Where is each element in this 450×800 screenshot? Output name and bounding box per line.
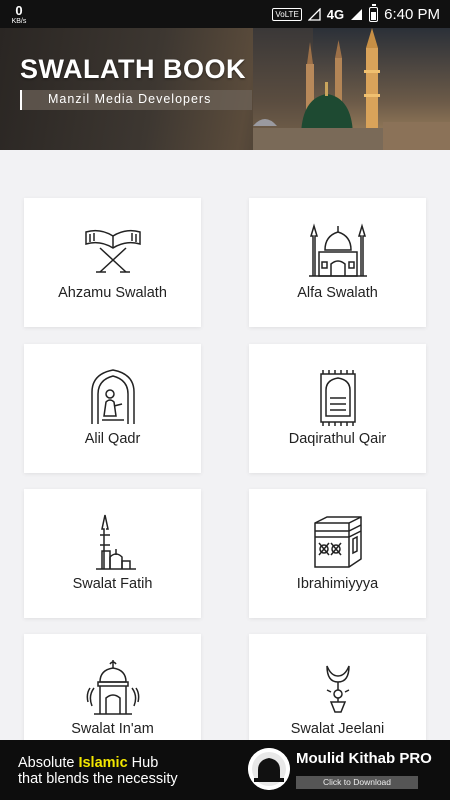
- menu-card-ahzamu-swalath[interactable]: Ahzamu Swalath: [24, 198, 201, 327]
- menu-card-alfa-swalath[interactable]: Alfa Swalath: [249, 198, 426, 327]
- menu-card-label: Swalat Fatih: [72, 576, 153, 592]
- menu-card-daqirathul-qair[interactable]: Daqirathul Qair: [249, 344, 426, 473]
- ad-app-logo-icon: [248, 748, 290, 790]
- menu-card-swalat-inam[interactable]: Swalat In'am: [24, 634, 201, 740]
- developer-name: Manzil Media Developers: [48, 92, 212, 106]
- menu-card-label: Alil Qadr: [84, 431, 141, 447]
- quran-stand-icon: [85, 229, 141, 273]
- header-banner: SWALATH BOOK Manzil Media Developers: [0, 28, 450, 150]
- ad-app-name: Moulid Kithab PRO: [296, 750, 432, 767]
- praying-person-icon: [91, 369, 135, 424]
- ad-tagline-prefix: Absolute: [18, 755, 79, 771]
- status-bar: 0 KB/s VoLTE 4G 6:40 PM: [0, 0, 450, 28]
- prayer-rug-icon: [320, 370, 356, 426]
- mosque-icon: [309, 223, 367, 277]
- menu-card-label: Swalat In'am: [71, 721, 154, 737]
- data-speed-unit: KB/s: [11, 17, 27, 25]
- menu-card-label: Alfa Swalath: [297, 285, 378, 301]
- crescent-lamp-icon: [326, 665, 350, 713]
- signal-icon: [307, 7, 321, 21]
- menu-card-swalat-fatih[interactable]: Swalat Fatih: [24, 489, 201, 618]
- data-speed-indicator: 0 KB/s: [10, 4, 28, 25]
- menu-card-ibrahimiyyya[interactable]: Ibrahimiyyya: [249, 489, 426, 618]
- menu-card-alil-qadr[interactable]: Alil Qadr: [24, 344, 201, 473]
- menu-card-label: Ahzamu Swalath: [58, 285, 167, 301]
- dome-icon: [86, 660, 140, 715]
- menu-card-label: Swalat Jeelani: [290, 721, 385, 737]
- ad-tagline: Absolute Islamic Hub that blends the nec…: [18, 755, 178, 787]
- signal-strength-icon: [351, 8, 363, 20]
- kaaba-icon: [314, 516, 362, 568]
- ad-tagline-suffix: Hub: [127, 755, 159, 771]
- ad-tagline-highlight: Islamic: [78, 755, 128, 771]
- menu-card-label: Ibrahimiyyya: [296, 576, 379, 592]
- mosque-photo: [253, 28, 450, 150]
- network-type: 4G: [326, 6, 345, 22]
- menu-grid: Ahzamu Swalath Alfa Swalath Alil Qadr Da…: [0, 150, 450, 740]
- app-title: SWALATH BOOK: [20, 54, 246, 84]
- menu-card-swalat-jeelani[interactable]: Swalat Jeelani: [249, 634, 426, 740]
- clock: 6:40 PM: [384, 5, 440, 23]
- battery-icon: [369, 3, 379, 22]
- menu-card-label: Daqirathul Qair: [288, 431, 387, 447]
- ad-banner[interactable]: Absolute Islamic Hub that blends the nec…: [0, 740, 450, 800]
- minaret-icon: [96, 514, 136, 570]
- ad-download-button[interactable]: Click to Download: [296, 776, 418, 789]
- data-speed-value: 0: [15, 2, 23, 18]
- ad-tagline-line2: that blends the necessity: [18, 771, 178, 787]
- volte-badge: VoLTE: [272, 7, 302, 21]
- developer-banner: Manzil Media Developers: [20, 90, 252, 110]
